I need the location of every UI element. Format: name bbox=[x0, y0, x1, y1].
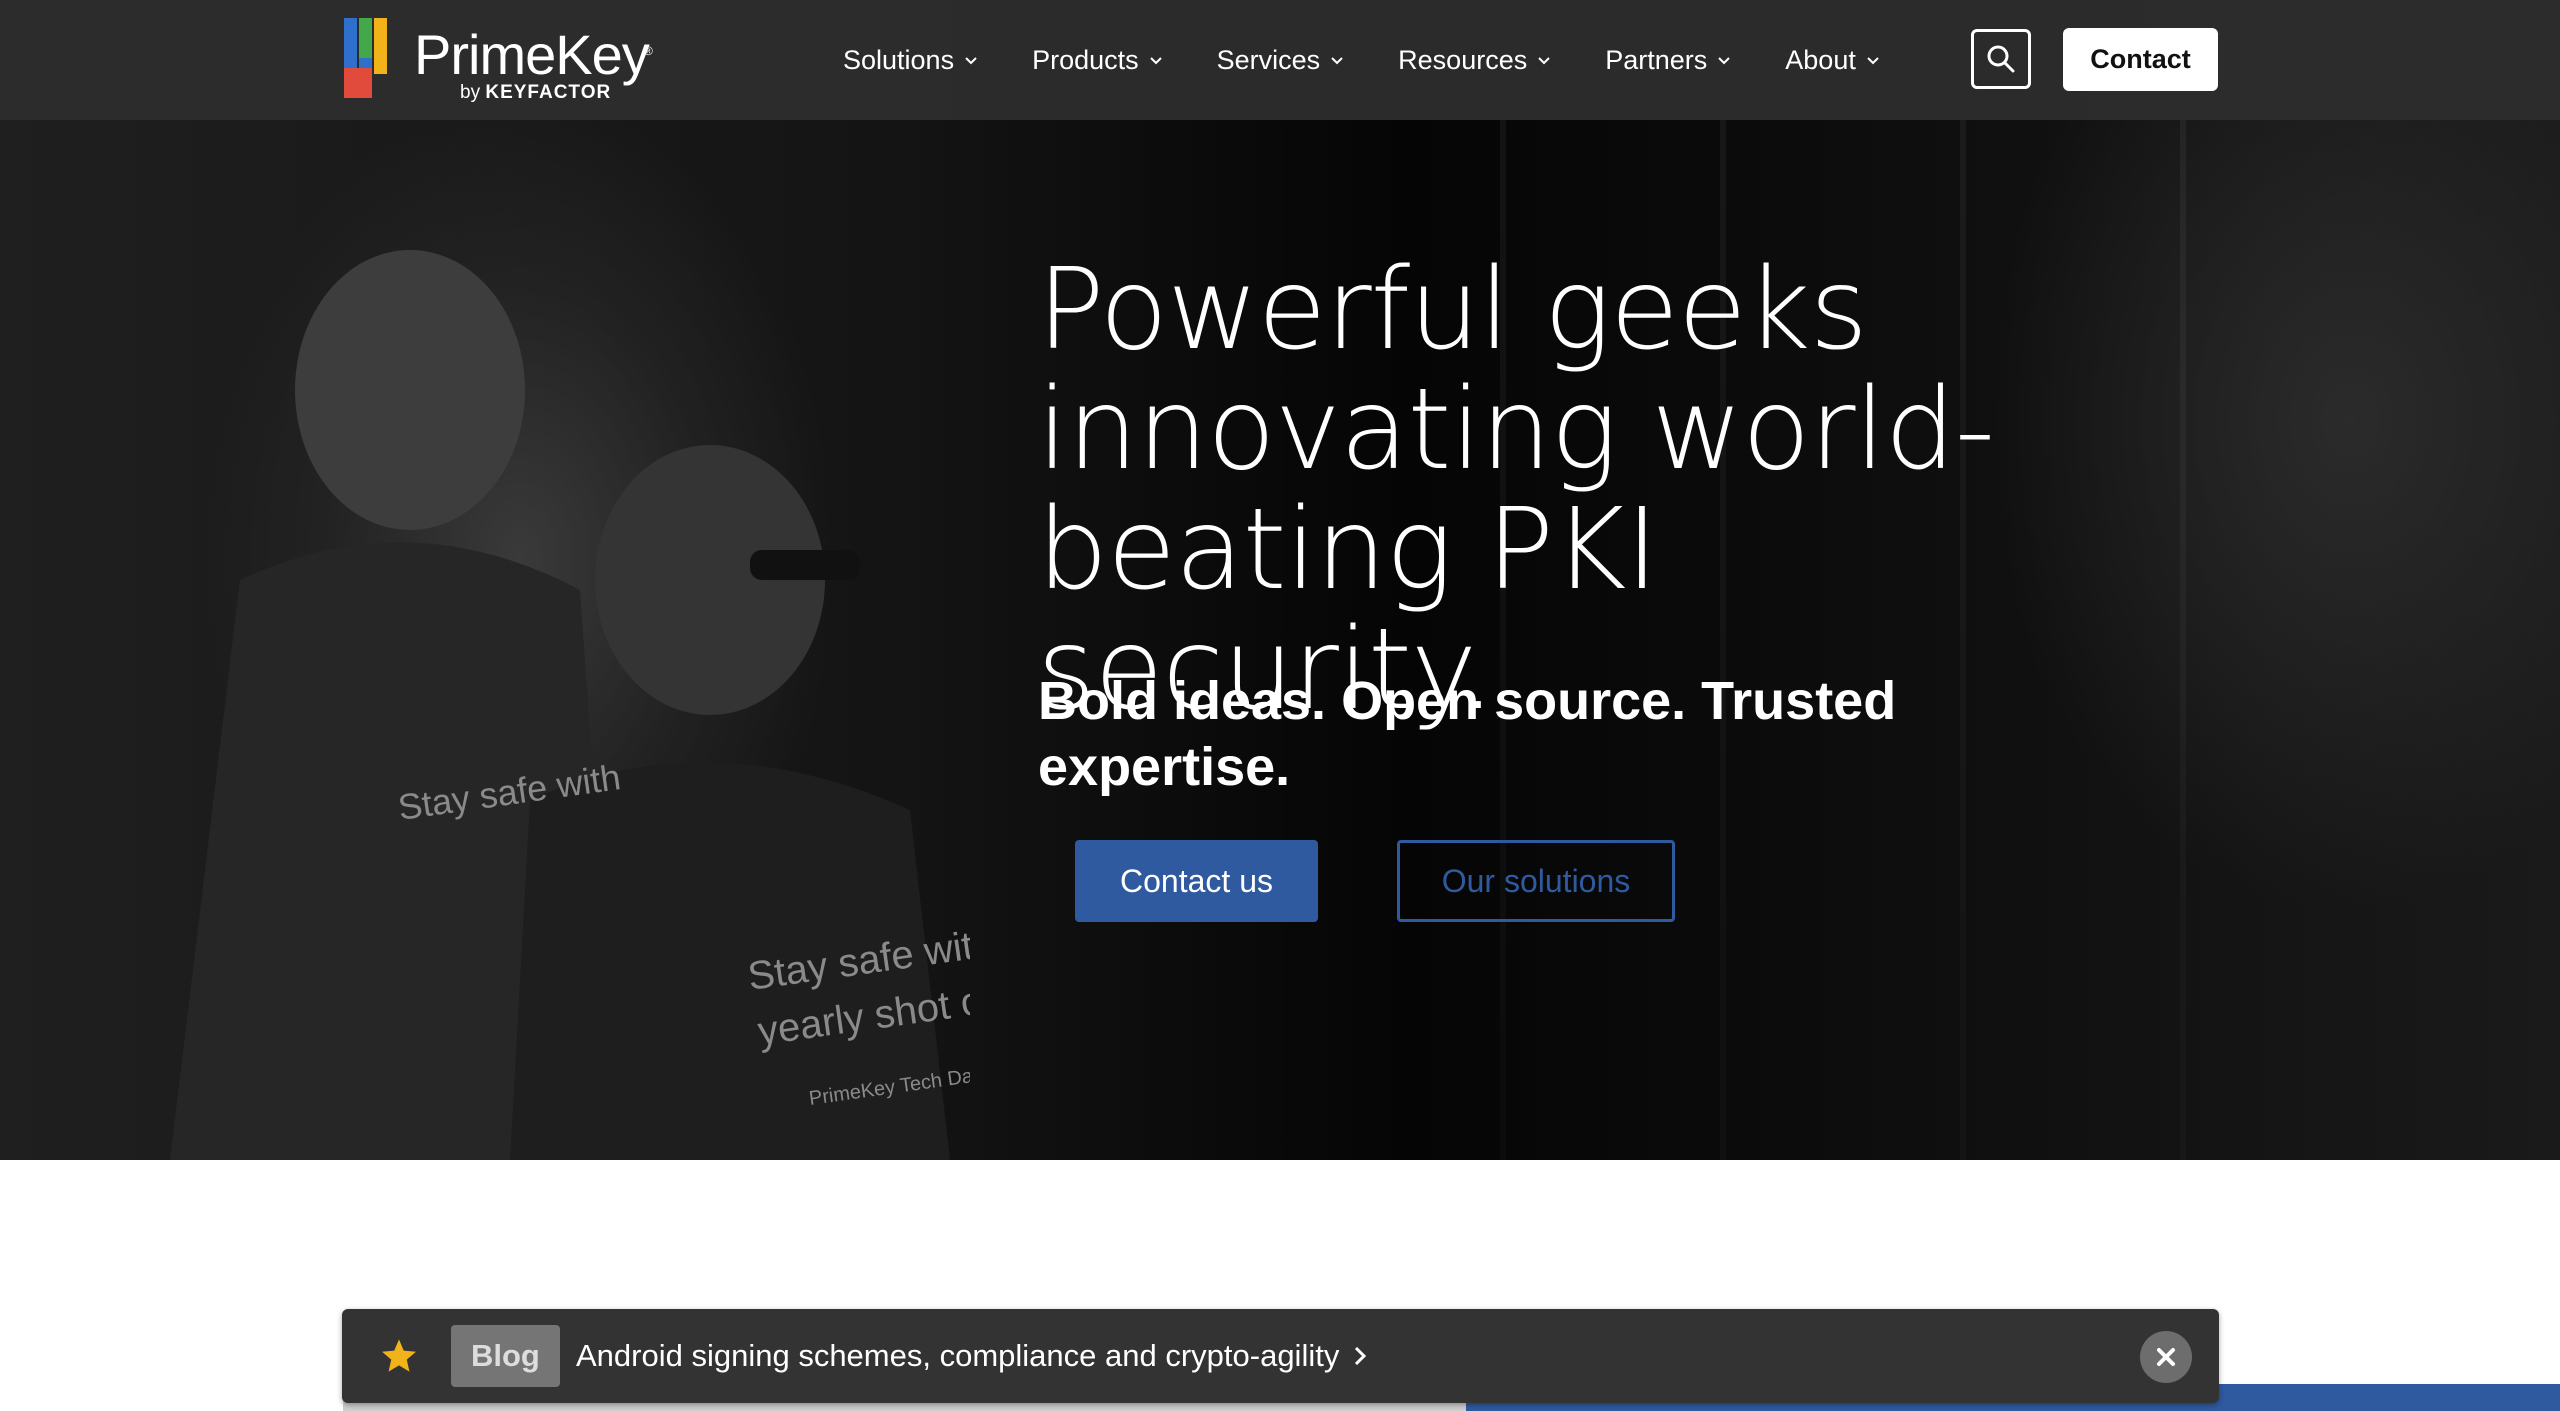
close-announcement-button[interactable] bbox=[2140, 1331, 2192, 1383]
nav-item-label: About bbox=[1785, 44, 1856, 75]
chevron-down-icon bbox=[1718, 57, 1730, 65]
nav-item-services[interactable]: Services bbox=[1217, 45, 1345, 76]
chevron-right-icon bbox=[1355, 1346, 1367, 1366]
hero-title: Powerful geeks innovating world-beating … bbox=[1037, 245, 1995, 735]
nav-item-label: Partners bbox=[1605, 44, 1708, 75]
primekey-logo[interactable]: PrimeKey ® by KEYFACTOR bbox=[344, 16, 674, 106]
main-menu: Solutions Products Services Resources Pa… bbox=[843, 0, 1934, 120]
announcement-bar: Blog Android signing schemes, compliance… bbox=[342, 1309, 2219, 1403]
contact-us-button[interactable]: Contact us bbox=[1075, 840, 1318, 922]
nav-item-label: Solutions bbox=[843, 44, 955, 75]
hero-section: Stay safe with Stay safe with yearly sho… bbox=[0, 0, 2560, 1160]
nav-item-label: Resources bbox=[1398, 44, 1528, 75]
search-button[interactable] bbox=[1971, 29, 2031, 89]
nav-item-partners[interactable]: Partners bbox=[1605, 45, 1731, 76]
nav-item-products[interactable]: Products bbox=[1032, 45, 1163, 76]
chevron-down-icon bbox=[965, 57, 977, 65]
chevron-down-icon bbox=[1331, 57, 1343, 65]
top-navigation: PrimeKey ® by KEYFACTOR Solutions Produc… bbox=[0, 0, 2560, 120]
nav-item-label: Services bbox=[1216, 44, 1321, 75]
close-icon bbox=[2157, 1348, 2175, 1366]
announcement-text: Android signing schemes, compliance and … bbox=[576, 1338, 1340, 1373]
chevron-down-icon bbox=[1867, 57, 1879, 65]
star-icon bbox=[382, 1339, 416, 1372]
logo-wordmark: PrimeKey bbox=[414, 23, 650, 86]
chevron-down-icon bbox=[1149, 57, 1162, 65]
hero-subtitle: Bold ideas. Open source. Trusted experti… bbox=[1038, 671, 1897, 797]
logo-byline: by KEYFACTOR bbox=[460, 82, 611, 104]
chevron-down-icon bbox=[1538, 57, 1550, 65]
nav-item-resources[interactable]: Resources bbox=[1398, 45, 1551, 76]
curtain-fold bbox=[2180, 120, 2186, 1160]
logo-by-name: KEYFACTOR bbox=[485, 82, 612, 103]
contact-button[interactable]: Contact bbox=[2063, 28, 2218, 91]
logo-bars-icon bbox=[344, 18, 387, 98]
hero-photo-people: Stay safe with Stay safe with yearly sho… bbox=[170, 250, 970, 1160]
announcement-link[interactable]: Android signing schemes, compliance and … bbox=[576, 1309, 1367, 1403]
nav-item-label: Products bbox=[1032, 44, 1139, 75]
nav-item-solutions[interactable]: Solutions bbox=[843, 45, 978, 76]
logo-registered: ® bbox=[644, 44, 653, 58]
logo-by-prefix: by bbox=[460, 82, 481, 103]
search-icon bbox=[1987, 45, 2015, 73]
our-solutions-button[interactable]: Our solutions bbox=[1397, 840, 1675, 922]
nav-item-about[interactable]: About bbox=[1785, 45, 1880, 76]
blog-badge: Blog bbox=[451, 1325, 560, 1387]
